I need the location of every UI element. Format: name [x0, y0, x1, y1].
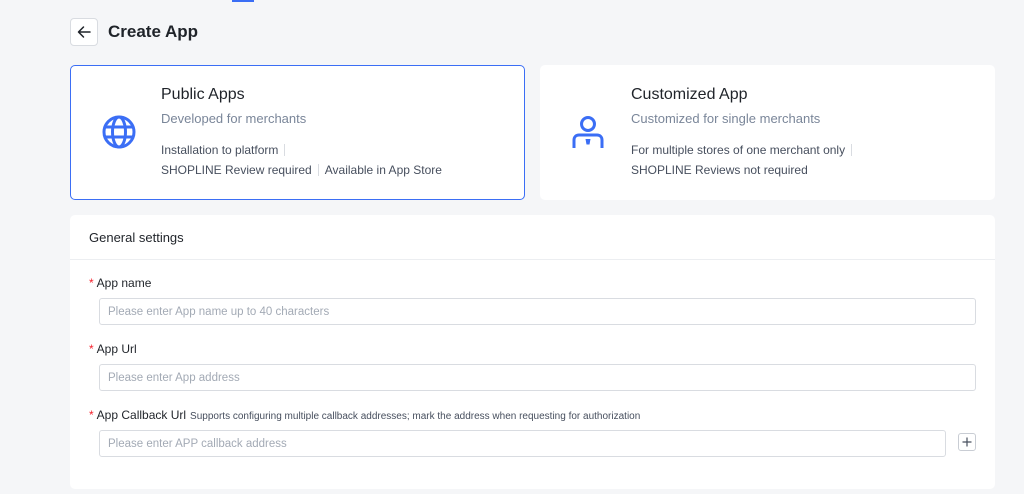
app-url-input[interactable]: [99, 364, 976, 391]
panel-title: General settings: [70, 215, 995, 260]
label-text: App Callback Url: [96, 408, 187, 422]
customized-app-card[interactable]: Customized App Customized for single mer…: [540, 65, 995, 200]
callback-url-label: * App Callback Url Supports configuring mu…: [89, 408, 640, 422]
required-mark: *: [89, 408, 94, 422]
card-subtitle: Customized for single merchants: [631, 111, 821, 126]
add-callback-button[interactable]: [958, 433, 976, 451]
feature-item: SHOPLINE Reviews not required: [631, 163, 808, 177]
card-features: For multiple stores of one merchant only…: [631, 140, 891, 180]
required-mark: *: [89, 276, 94, 290]
app-url-label: * App Url: [89, 342, 137, 356]
required-mark: *: [89, 342, 94, 356]
label-text: App name: [96, 276, 152, 290]
callback-hint: Supports configuring multiple callback a…: [190, 411, 641, 422]
label-text: App Url: [96, 342, 137, 356]
app-name-label: * App name: [89, 276, 151, 290]
card-features: Installation to platformSHOPLINE Review …: [161, 140, 451, 180]
feature-item: SHOPLINE Review required: [161, 160, 325, 180]
public-apps-card[interactable]: Public Apps Developed for merchants Inst…: [70, 65, 525, 200]
feature-item: Available in App Store: [324, 163, 442, 177]
card-title: Public Apps: [161, 86, 245, 103]
card-subtitle: Developed for merchants: [161, 111, 307, 126]
back-button[interactable]: [70, 18, 98, 46]
page-header: Create App: [70, 18, 198, 46]
plus-icon: [962, 437, 972, 447]
general-settings-panel: General settings *App name *App Url *App…: [70, 215, 995, 489]
feature-item: Installation to platform: [161, 140, 291, 160]
card-title: Customized App: [631, 86, 748, 103]
globe-icon: [102, 115, 136, 149]
feature-item: For multiple stores of one merchant only: [631, 140, 858, 160]
callback-url-input[interactable]: [99, 430, 946, 457]
app-name-input[interactable]: [99, 298, 976, 325]
user-icon: [572, 116, 604, 148]
arrow-left-icon: [77, 26, 91, 38]
page-title: Create App: [108, 22, 199, 41]
top-tab-indicator: [232, 0, 254, 2]
